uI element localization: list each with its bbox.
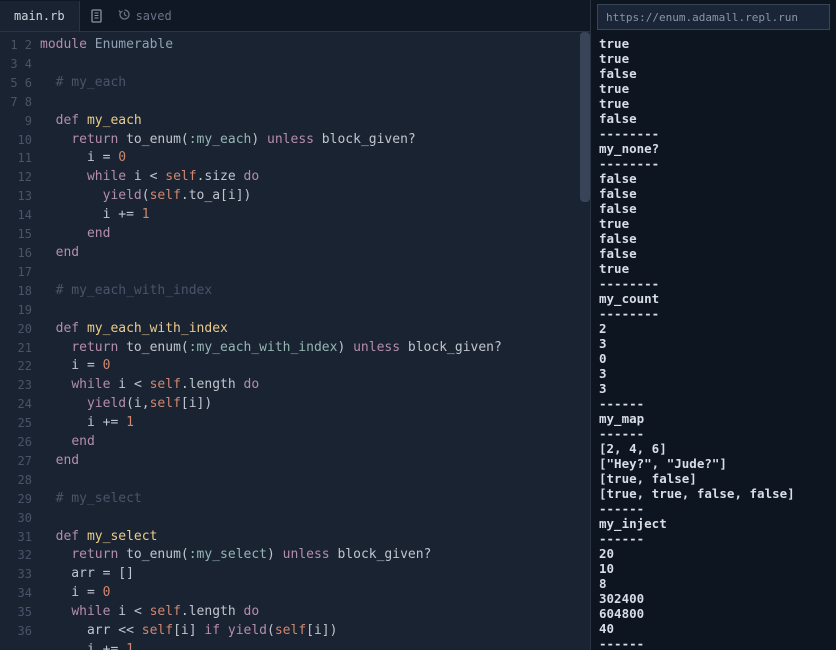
code-line[interactable] <box>40 93 590 112</box>
code-content[interactable]: module Enumerable # my_each def my_each … <box>40 32 590 650</box>
code-line[interactable]: arr = [] <box>40 565 590 584</box>
code-line[interactable]: def my_each_with_index <box>40 320 590 339</box>
code-area[interactable]: 1 2 3 4 5 6 7 8 9 10 11 12 13 14 15 16 1… <box>0 32 590 650</box>
code-line[interactable] <box>40 301 590 320</box>
vertical-scrollbar[interactable] <box>580 32 590 202</box>
history-icon <box>118 8 131 24</box>
tab-extras: saved <box>80 8 182 24</box>
code-line[interactable]: # my_each_with_index <box>40 282 590 301</box>
code-line[interactable]: i = 0 <box>40 584 590 603</box>
code-line[interactable] <box>40 471 590 490</box>
code-line[interactable]: i = 0 <box>40 149 590 168</box>
code-line[interactable]: while i < self.length do <box>40 376 590 395</box>
code-line[interactable]: i += 1 <box>40 641 590 650</box>
output-pane: https://enum.adamall.repl.run true true … <box>590 0 836 650</box>
code-line[interactable]: i += 1 <box>40 206 590 225</box>
code-line[interactable]: i = 0 <box>40 357 590 376</box>
code-line[interactable]: end <box>40 244 590 263</box>
line-gutter: 1 2 3 4 5 6 7 8 9 10 11 12 13 14 15 16 1… <box>0 32 40 650</box>
tabs-bar: main.rb saved <box>0 0 590 32</box>
code-line[interactable]: yield(self.to_a[i]) <box>40 187 590 206</box>
saved-status: saved <box>118 8 172 24</box>
saved-label: saved <box>136 9 172 23</box>
app-container: main.rb saved 1 2 3 4 5 6 7 8 9 10 11 12… <box>0 0 836 650</box>
code-line[interactable]: return to_enum(:my_select) unless block_… <box>40 546 590 565</box>
code-line[interactable]: i += 1 <box>40 414 590 433</box>
code-line[interactable]: while i < self.length do <box>40 603 590 622</box>
code-line[interactable]: def my_select <box>40 528 590 547</box>
code-line[interactable]: while i < self.size do <box>40 168 590 187</box>
code-line[interactable]: # my_each <box>40 74 590 93</box>
code-line[interactable]: end <box>40 433 590 452</box>
code-line[interactable]: yield(i,self[i]) <box>40 395 590 414</box>
new-file-icon[interactable] <box>90 9 104 23</box>
code-line[interactable]: arr << self[i] if yield(self[i]) <box>40 622 590 641</box>
tab-main-rb[interactable]: main.rb <box>0 1 80 31</box>
editor-pane: main.rb saved 1 2 3 4 5 6 7 8 9 10 11 12… <box>0 0 590 650</box>
code-line[interactable] <box>40 509 590 528</box>
code-line[interactable]: module Enumerable <box>40 36 590 55</box>
code-line[interactable]: return to_enum(:my_each) unless block_gi… <box>40 131 590 150</box>
code-line[interactable]: end <box>40 225 590 244</box>
code-line[interactable]: return to_enum(:my_each_with_index) unle… <box>40 339 590 358</box>
url-bar[interactable]: https://enum.adamall.repl.run <box>597 4 830 30</box>
code-line[interactable]: def my_each <box>40 112 590 131</box>
code-line[interactable] <box>40 55 590 74</box>
output-content[interactable]: true true false true true false --------… <box>591 34 836 650</box>
code-line[interactable] <box>40 263 590 282</box>
code-line[interactable]: end <box>40 452 590 471</box>
code-line[interactable]: # my_select <box>40 490 590 509</box>
